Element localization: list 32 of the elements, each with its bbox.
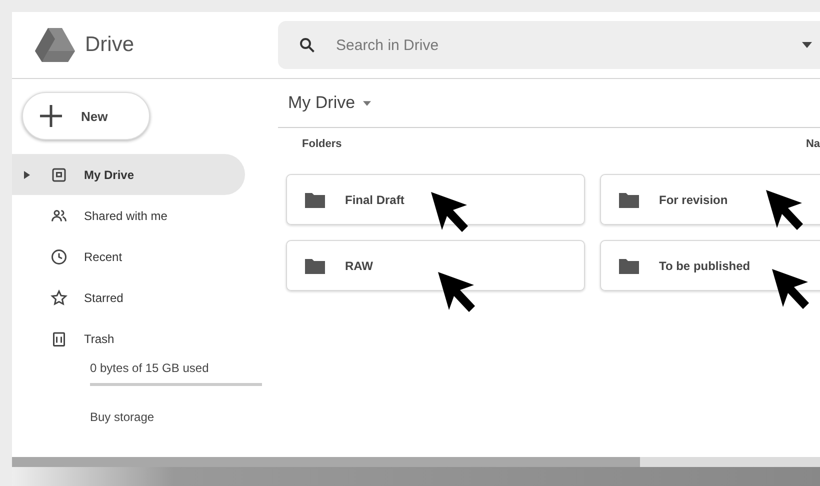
search-icon bbox=[298, 36, 316, 54]
clock-icon bbox=[50, 248, 68, 266]
nav-item[interactable]: Trash bbox=[12, 318, 245, 359]
new-button[interactable]: New bbox=[22, 92, 150, 140]
plus-icon bbox=[39, 104, 63, 128]
nav-item[interactable]: Shared with me bbox=[12, 195, 245, 236]
caret-icon[interactable] bbox=[363, 100, 372, 106]
section-heading: Folders bbox=[302, 138, 342, 150]
star-icon bbox=[50, 288, 68, 306]
nav-item[interactable]: Recent bbox=[12, 236, 245, 277]
nav-item[interactable]: My Drive bbox=[12, 154, 245, 195]
folder-card[interactable]: To be published bbox=[600, 240, 820, 291]
storage-text: 0 bytes of 15 GB used bbox=[90, 361, 210, 375]
drive-logo-icon bbox=[35, 28, 75, 62]
drive-icon bbox=[50, 166, 68, 184]
scrollbar[interactable] bbox=[12, 457, 820, 467]
folder-icon bbox=[305, 258, 325, 274]
folder-card[interactable]: For revision bbox=[600, 174, 820, 225]
search-field[interactable]: Search in Drive bbox=[278, 21, 820, 69]
folder-icon bbox=[619, 258, 639, 274]
buy-storage-link[interactable]: Buy storage bbox=[90, 410, 278, 424]
trash-icon bbox=[50, 330, 68, 348]
folder-card[interactable]: Final Draft bbox=[286, 174, 585, 225]
expand-icon[interactable] bbox=[24, 170, 30, 178]
app-name: Drive bbox=[85, 33, 134, 57]
caret-icon[interactable] bbox=[802, 42, 812, 48]
folder-card[interactable]: RAW bbox=[286, 240, 585, 291]
column-header[interactable]: Na bbox=[806, 138, 820, 150]
nav-item[interactable]: Starred bbox=[12, 277, 245, 318]
folder-icon bbox=[619, 192, 639, 208]
page-title[interactable]: My Drive bbox=[288, 93, 356, 113]
folder-icon bbox=[305, 192, 325, 208]
